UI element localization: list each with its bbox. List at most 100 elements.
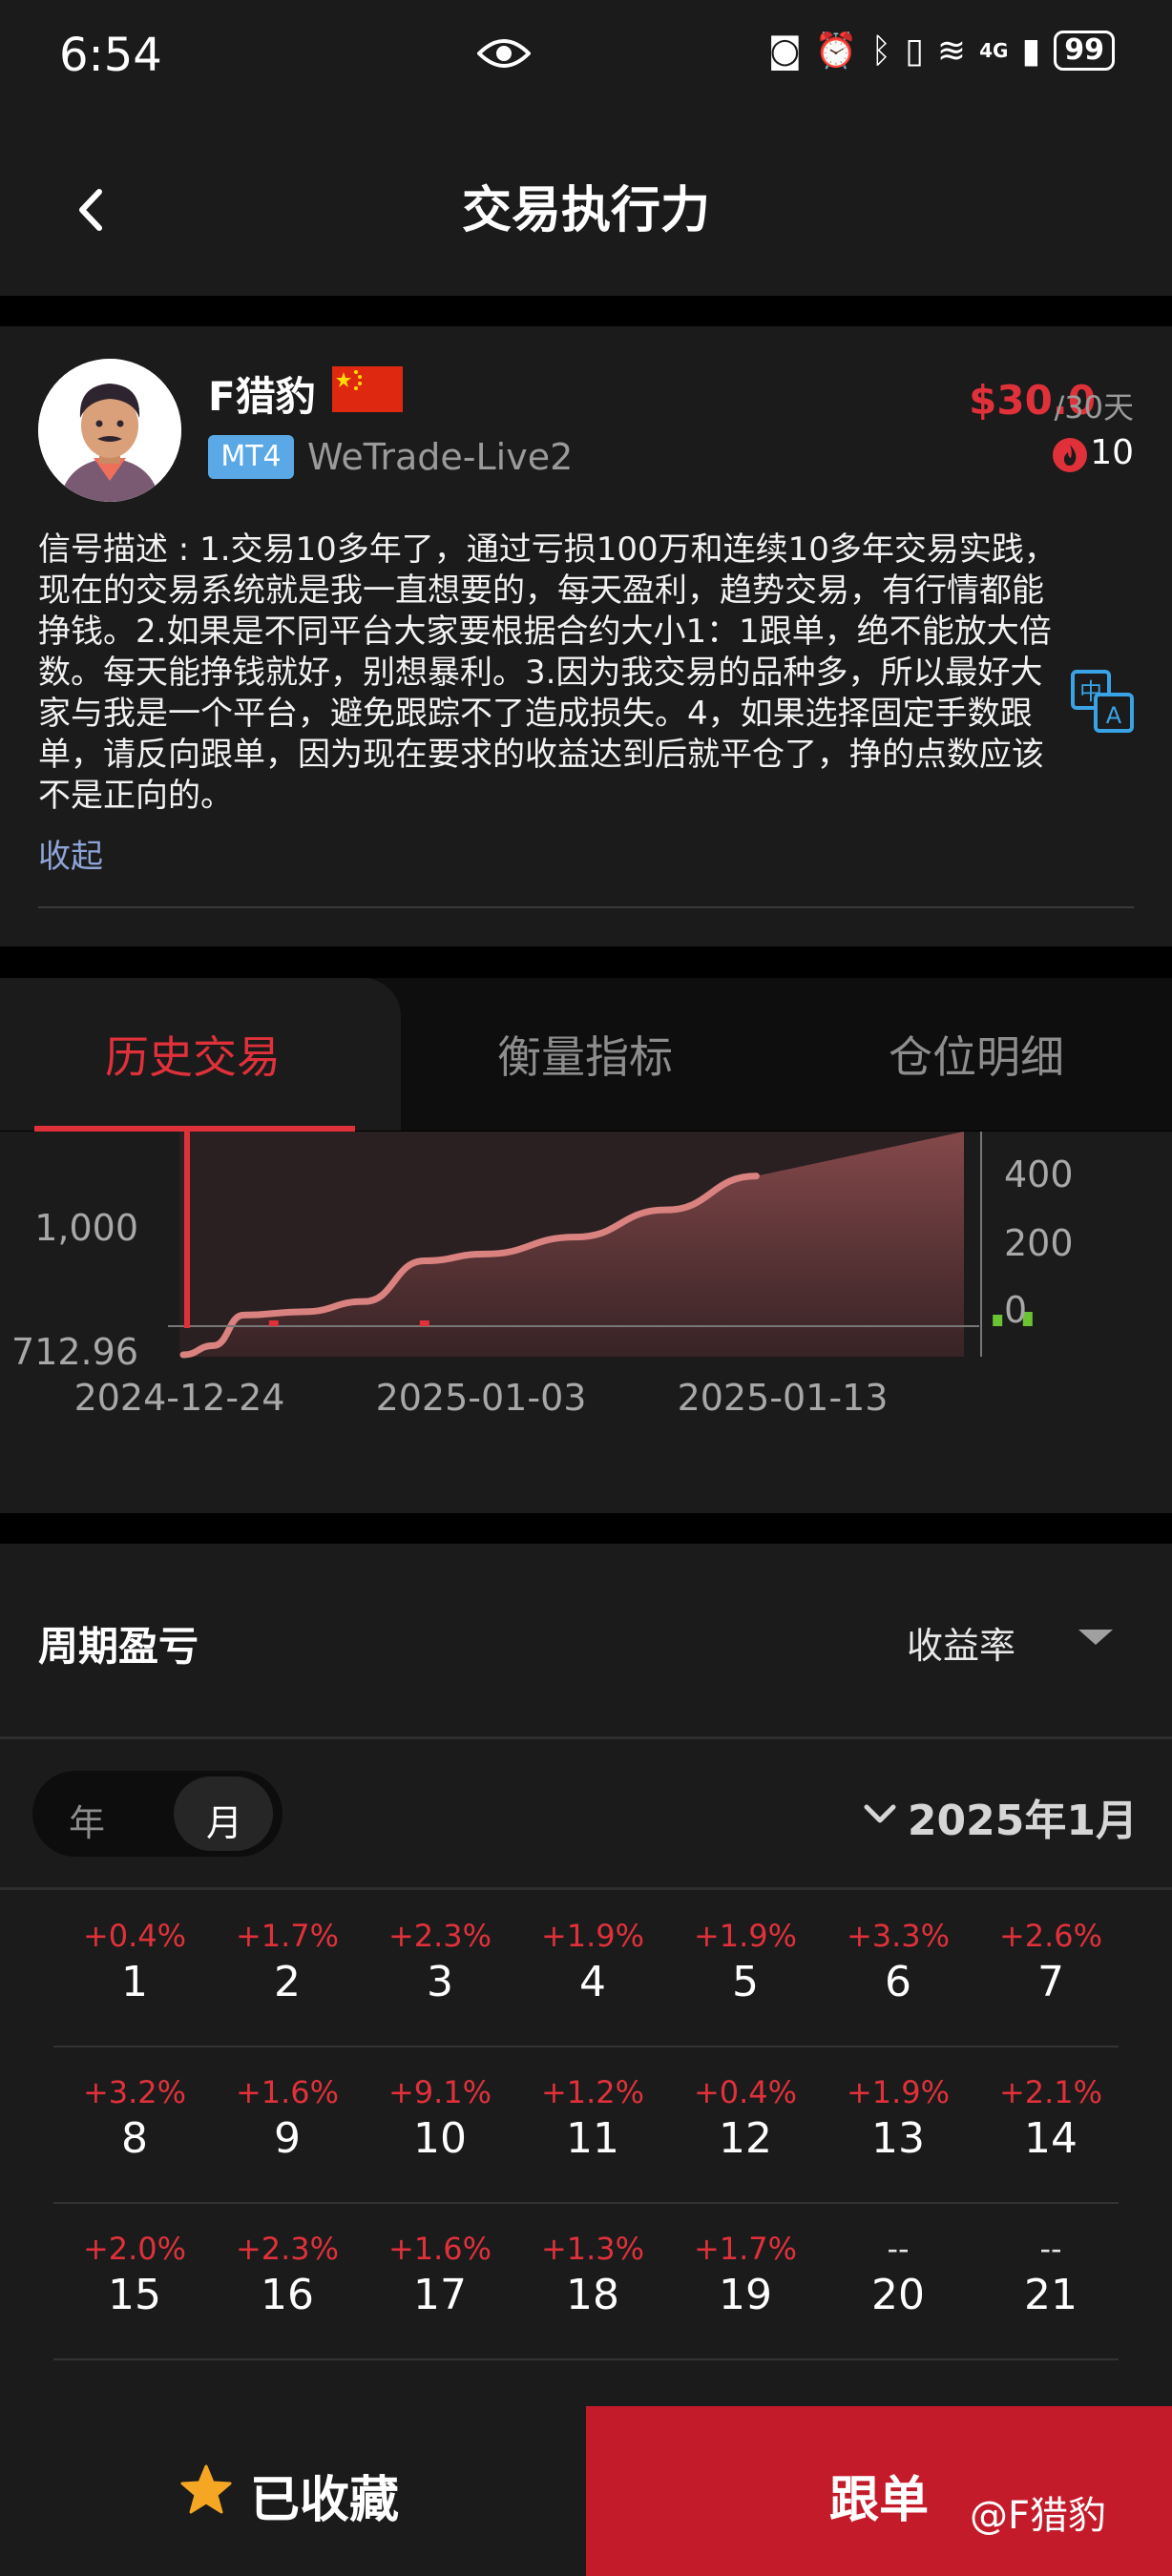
day-return: +2.1% [998, 2074, 1103, 2110]
calendar-day[interactable]: +3.2% 8 [63, 2074, 206, 2163]
day-number: 16 [261, 2271, 314, 2319]
y2-axis-label: 200 [1004, 1222, 1074, 1264]
day-number: 1 [121, 1958, 148, 2006]
day-return: +3.2% [82, 2074, 187, 2110]
calendar-day[interactable]: +2.3% 16 [216, 2231, 359, 2319]
day-return: +1.9% [846, 2074, 951, 2110]
day-number: 19 [719, 2271, 772, 2319]
eye-icon [477, 39, 531, 68]
day-number: 20 [871, 2271, 925, 2319]
day-number: 3 [427, 1958, 453, 2006]
calendar-day[interactable]: +1.6% 17 [368, 2231, 512, 2319]
month-selector[interactable]: 2025年1月 [908, 1786, 1138, 1847]
day-return: +2.3% [387, 1918, 492, 1954]
avatar[interactable] [38, 359, 181, 502]
x-axis-label: 2024-12-24 [74, 1377, 285, 1419]
day-number: 6 [885, 1958, 911, 2006]
battery-icon: 99 [1054, 31, 1115, 71]
toggle-year[interactable]: 年 [69, 1794, 105, 1846]
tab-metrics[interactable]: 衡量指标 [442, 1023, 728, 1086]
day-return: +9.1% [387, 2074, 492, 2110]
network-label: 4G [979, 39, 1009, 62]
calendar-day[interactable]: +3.3% 6 [827, 1918, 970, 2006]
trader-name: F猎豹 [208, 373, 316, 420]
chevron-down-icon[interactable] [861, 1796, 899, 1834]
calendar-day[interactable]: +2.0% 15 [63, 2231, 206, 2319]
translate-icon[interactable]: 中 A [1069, 668, 1136, 735]
day-number: 18 [566, 2271, 619, 2319]
nfc-icon: ◙ [767, 31, 802, 71]
row-divider [53, 2046, 1119, 2047]
day-return: +3.3% [846, 1918, 951, 1954]
day-return: +1.7% [693, 2231, 798, 2267]
fire-count: 10 [1090, 433, 1134, 472]
server-name: WeTrade-Live2 [307, 436, 574, 478]
calendar-day[interactable]: +1.9% 5 [674, 1918, 817, 2006]
calendar-day[interactable]: +1.7% 19 [674, 2231, 817, 2319]
calendar-day[interactable]: +2.3% 3 [368, 1918, 512, 2006]
day-number: 4 [579, 1958, 606, 2006]
day-return: +1.9% [540, 1918, 645, 1954]
china-flag-icon [332, 366, 403, 412]
day-number: 8 [121, 2114, 148, 2163]
favorite-label[interactable]: 已收藏 [250, 2460, 399, 2531]
vibrate-icon: ▯ [905, 31, 924, 71]
day-return: +0.4% [693, 2074, 798, 2110]
day-return: +2.3% [235, 2231, 340, 2267]
calendar-day[interactable]: -- 21 [979, 2231, 1122, 2319]
platform-badge: MT4 [208, 435, 294, 479]
day-number: 5 [732, 1958, 759, 2006]
star-icon [180, 2464, 232, 2514]
calendar-day[interactable]: +2.6% 7 [979, 1918, 1122, 2006]
calendar-day[interactable]: +1.2% 11 [521, 2074, 664, 2163]
day-return: +2.6% [998, 1918, 1103, 1954]
metric-dropdown[interactable]: 收益率 [907, 1616, 1015, 1669]
calendar-day[interactable]: +1.9% 13 [827, 2074, 970, 2163]
y2-axis-label: 400 [1004, 1153, 1074, 1195]
fire-icon [1053, 438, 1087, 472]
status-time: 6:54 [59, 29, 162, 82]
dropdown-arrow-icon[interactable] [1078, 1630, 1113, 1645]
day-return: -- [887, 2231, 910, 2267]
row-divider [53, 2202, 1119, 2204]
calendar-day[interactable]: +1.3% 18 [521, 2231, 664, 2319]
chart-bar [419, 1320, 429, 1326]
collapse-link[interactable]: 收起 [38, 830, 103, 877]
page-title: 交易执行力 [461, 182, 710, 239]
day-number: 15 [108, 2271, 161, 2319]
day-number: 9 [274, 2114, 301, 2163]
calendar-day[interactable]: +1.6% 9 [216, 2074, 359, 2163]
x-axis-label: 2025-01-13 [678, 1377, 889, 1419]
tab-positions[interactable]: 仓位明细 [833, 1023, 1120, 1086]
day-number: 10 [413, 2114, 467, 2163]
divider [38, 906, 1134, 908]
day-return: +1.2% [540, 2074, 645, 2110]
day-return: +2.0% [82, 2231, 187, 2267]
day-return: -- [1039, 2231, 1062, 2267]
day-number: 13 [871, 2114, 925, 2163]
calendar-day[interactable]: +2.1% 14 [979, 2074, 1122, 2163]
status-icons: ◙ ⏰ ᛒ ▯ ≋ 4G ▮ 99 [768, 31, 1115, 71]
alarm-icon: ⏰ [814, 31, 858, 71]
calendar-day[interactable]: +1.9% 4 [521, 1918, 664, 2006]
chart-bar [268, 1320, 279, 1326]
toggle-month[interactable]: 月 [206, 1794, 242, 1846]
watermark: @F猎豹 [970, 2494, 1107, 2538]
calendar-day[interactable]: +1.7% 2 [216, 1918, 359, 2006]
calendar-day[interactable]: +0.4% 1 [63, 1918, 206, 2006]
divider [0, 1887, 1172, 1890]
divider [0, 1736, 1172, 1739]
tab-history[interactable]: 历史交易 [50, 1023, 336, 1086]
day-return: +0.4% [82, 1918, 187, 1954]
calendar-day[interactable]: +0.4% 12 [674, 2074, 817, 2163]
calendar-day[interactable]: +9.1% 10 [368, 2074, 512, 2163]
day-number: 12 [719, 2114, 772, 2163]
y2-axis-label: 0 [1004, 1289, 1027, 1331]
day-number: 17 [413, 2271, 467, 2319]
equity-chart[interactable]: 1,000 712.96 400 200 0 2024-12-24 2025-01-03 20… [0, 1132, 1172, 1513]
calendar-day[interactable]: -- 20 [827, 2231, 970, 2319]
day-return: +1.7% [235, 1918, 340, 1954]
bluetooth-icon: ᛒ [870, 31, 892, 71]
x-axis-label: 2025-01-03 [376, 1377, 587, 1419]
y-axis-label: 1,000 [34, 1207, 138, 1249]
